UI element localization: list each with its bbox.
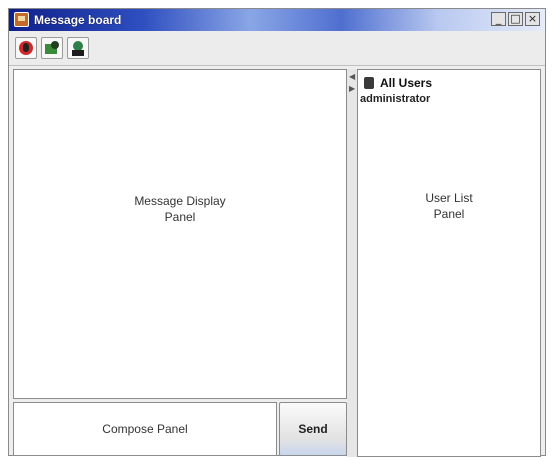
message-board-window: Message board _ □ × Message Display Pane… [8, 8, 546, 457]
user-list-item[interactable]: administrator [360, 93, 430, 105]
add-user-button[interactable] [41, 37, 63, 59]
window-title: Message board [34, 13, 122, 27]
collapse-left-icon[interactable]: ◀ [349, 73, 355, 81]
title-bar[interactable]: Message board _ □ × [9, 9, 545, 31]
send-button[interactable]: Send [279, 402, 347, 456]
user-status-button[interactable] [15, 37, 37, 59]
minimize-button[interactable]: _ [491, 12, 506, 26]
user-list-panel-label-line2: Panel [433, 207, 465, 221]
app-icon [14, 12, 29, 27]
user-list-panel-label-line1: User List [425, 191, 473, 205]
users-group-icon [364, 77, 374, 89]
maximize-button[interactable]: □ [508, 12, 523, 26]
message-display-panel[interactable]: Message Display Panel [13, 69, 347, 399]
all-users-label: All Users [380, 76, 433, 90]
expand-right-icon[interactable]: ▶ [349, 85, 355, 93]
message-panel-label-line1: Message Display [134, 194, 226, 208]
compose-panel-label: Compose Panel [102, 422, 188, 436]
toolbar [9, 31, 545, 66]
close-button[interactable]: × [525, 12, 540, 26]
user-profile-button[interactable] [67, 37, 89, 59]
split-pane-divider[interactable]: ◀ ▶ [347, 69, 357, 457]
compose-panel[interactable]: Compose Panel [13, 402, 277, 456]
user-list-panel: All Users administrator User List Panel [357, 69, 541, 457]
message-panel-label-line2: Panel [164, 210, 196, 224]
